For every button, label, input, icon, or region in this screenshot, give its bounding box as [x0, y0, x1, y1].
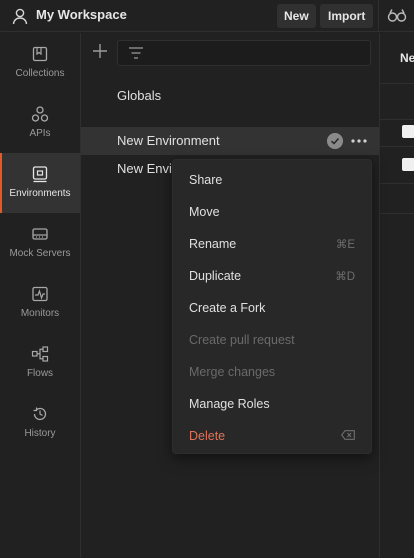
user-icon [12, 8, 28, 25]
menu-item-label: Create pull request [189, 333, 295, 347]
menu-item-label: Create a Fork [189, 301, 266, 315]
menu-item-rename[interactable]: Rename ⌘E [173, 226, 371, 258]
flows-icon [31, 346, 49, 362]
sidebar-item-label: Mock Servers [9, 248, 71, 259]
backspace-icon [341, 430, 355, 440]
apis-icon [31, 106, 49, 122]
menu-item-label: Merge changes [189, 365, 276, 379]
globals-label: Globals [117, 88, 162, 103]
variable-checkbox[interactable] [402, 158, 414, 171]
menu-item-label: Move [189, 205, 220, 219]
environment-name: New Envi [117, 161, 172, 176]
sidebar-item-flows[interactable]: Flows [0, 333, 80, 393]
menu-item-label: Delete [189, 429, 226, 443]
menu-item-manage-roles[interactable]: Manage Roles [173, 386, 371, 418]
sidebar-item-collections[interactable]: Collections [0, 33, 80, 93]
divider [380, 213, 414, 214]
menu-item-delete[interactable]: Delete [173, 418, 371, 450]
sidebar-item-label: APIs [29, 128, 51, 139]
monitors-icon [32, 286, 48, 302]
divider [380, 146, 414, 147]
environment-name: New Environment [117, 133, 220, 148]
list-item-globals[interactable]: Globals [81, 82, 379, 110]
menu-item-label: Duplicate [189, 269, 242, 283]
menu-item-label: Manage Roles [189, 397, 270, 411]
menu-item-label: Share [189, 173, 223, 187]
collections-icon [32, 46, 48, 62]
menu-item-label: Rename [189, 237, 237, 251]
divider [380, 83, 414, 84]
environment-quick-look-icon[interactable] [387, 8, 407, 24]
list-item[interactable]: New Environment [81, 127, 379, 155]
plus-icon[interactable] [92, 43, 108, 59]
active-environment-check-icon[interactable] [327, 133, 343, 149]
menu-item-merge-changes: Merge changes [173, 354, 371, 386]
sidebar-item-history[interactable]: History [0, 393, 80, 453]
sidebar: Collections APIs Environments Mock Serve… [0, 33, 81, 558]
shortcut-hint: ⌘E [335, 239, 355, 251]
editor-title: Ne [400, 51, 414, 65]
environment-editor-pane: Ne [379, 33, 414, 558]
sidebar-item-monitors[interactable]: Monitors [0, 273, 80, 333]
environments-icon [32, 166, 48, 183]
workspace-title[interactable]: My Workspace [36, 7, 127, 22]
shortcut-hint: ⌘D [335, 271, 355, 283]
import-button[interactable]: Import [320, 4, 374, 28]
menu-item-move[interactable]: Move [173, 194, 371, 226]
sidebar-item-mock-servers[interactable]: Mock Servers [0, 213, 80, 273]
sidebar-item-environments[interactable]: Environments [0, 153, 80, 213]
menu-item-create-fork[interactable]: Create a Fork [173, 290, 371, 322]
context-menu: Share Move Rename ⌘E Duplicate ⌘D Create… [172, 159, 372, 454]
more-options-icon[interactable] [351, 139, 367, 143]
sidebar-item-label: Flows [26, 368, 54, 379]
sidebar-item-label: History [24, 428, 56, 439]
sidebar-item-apis[interactable]: APIs [0, 93, 80, 153]
mock-servers-icon [32, 228, 48, 240]
variable-checkbox[interactable] [402, 125, 414, 138]
new-button[interactable]: New [277, 4, 316, 28]
filter-icon [129, 47, 143, 59]
divider [380, 183, 414, 184]
history-icon [33, 407, 47, 421]
divider [380, 119, 414, 120]
divider [378, 0, 379, 32]
filter-input[interactable] [117, 40, 371, 66]
menu-item-duplicate[interactable]: Duplicate ⌘D [173, 258, 371, 290]
top-bar: My Workspace New Import [0, 0, 414, 32]
sidebar-item-label: Environments [9, 188, 71, 199]
menu-item-share[interactable]: Share [173, 162, 371, 194]
sidebar-item-label: Monitors [20, 308, 60, 319]
menu-item-create-pull-request: Create pull request [173, 322, 371, 354]
sidebar-item-label: Collections [15, 68, 65, 79]
